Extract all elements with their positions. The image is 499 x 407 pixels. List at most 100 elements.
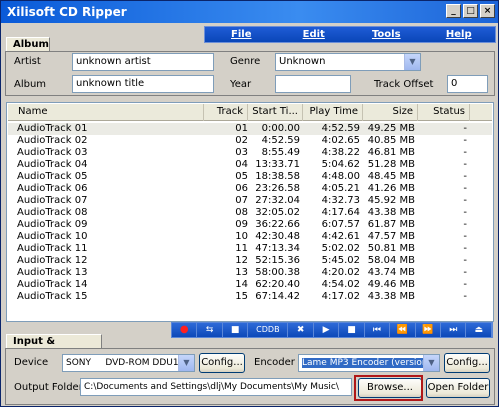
genre-select[interactable]: Unknown ▼ bbox=[275, 53, 421, 71]
encoder-select[interactable]: Lame MP3 Encoder (version ▼ bbox=[298, 354, 440, 372]
track-number-cell: 05 bbox=[235, 171, 248, 182]
track-name-cell: AudioTrack 10 bbox=[17, 231, 88, 242]
chevron-down-icon[interactable]: ▼ bbox=[178, 355, 194, 371]
next-track-icon[interactable]: ⏭ bbox=[441, 323, 467, 337]
size-cell: 48.45 MB bbox=[367, 171, 415, 182]
start-time-cell: 0:00.00 bbox=[261, 123, 300, 134]
track-name-cell: AudioTrack 03 bbox=[17, 147, 88, 158]
title-bar[interactable]: Xilisoft CD Ripper _ □ × bbox=[1, 1, 498, 23]
table-row[interactable]: AudioTrack 01 01 0:00.00 4:52.59 49.25 MB - bbox=[8, 123, 492, 135]
track-list[interactable]: Name Track Start Ti... Play Time Size St… bbox=[6, 102, 494, 322]
stop-icon[interactable]: ■ bbox=[223, 323, 249, 337]
album-input[interactable]: unknown title bbox=[72, 75, 214, 93]
table-row[interactable]: AudioTrack 15 15 67:14.42 4:17.02 43.38 MB - bbox=[8, 291, 492, 303]
play-time-cell: 4:17.02 bbox=[321, 291, 360, 302]
track-number-cell: 15 bbox=[235, 291, 248, 302]
chevron-down-icon[interactable]: ▼ bbox=[404, 54, 420, 70]
repeat-icon[interactable]: ⇆ bbox=[197, 323, 223, 337]
minimize-button[interactable]: _ bbox=[446, 4, 461, 18]
start-time-cell: 62:20.40 bbox=[255, 279, 300, 290]
size-cell: 45.92 MB bbox=[367, 195, 415, 206]
chevron-down-icon[interactable]: ▼ bbox=[423, 355, 439, 371]
track-number-cell: 13 bbox=[235, 267, 248, 278]
track-number-cell: 12 bbox=[235, 255, 248, 266]
table-row[interactable]: AudioTrack 14 14 62:20.40 4:54.02 49.46 MB - bbox=[8, 279, 492, 291]
table-row[interactable]: AudioTrack 09 09 36:22.66 6:07.57 61.87 MB - bbox=[8, 219, 492, 231]
menu-tools[interactable]: Tools bbox=[350, 27, 423, 42]
table-row[interactable]: AudioTrack 11 11 47:13.34 5:02.02 50.81 MB - bbox=[8, 243, 492, 255]
window-controls: _ □ × bbox=[446, 4, 495, 18]
size-cell: 51.28 MB bbox=[367, 159, 415, 170]
device-value: SONY DVD-ROM DDU161 bbox=[66, 358, 191, 368]
track-name-cell: AudioTrack 12 bbox=[17, 255, 88, 266]
open-folder-button[interactable]: Open Folder bbox=[426, 378, 490, 398]
tab-input-output[interactable]: Input & Output bbox=[6, 334, 102, 358]
table-row[interactable]: AudioTrack 05 05 18:38.58 4:48.00 48.45 MB - bbox=[8, 171, 492, 183]
rewind-icon[interactable]: ⏪ bbox=[390, 323, 416, 337]
track-name-cell: AudioTrack 14 bbox=[17, 279, 88, 290]
encoder-label: Encoder bbox=[254, 357, 295, 368]
year-label: Year bbox=[230, 79, 252, 90]
menu-edit[interactable]: Edit bbox=[278, 27, 351, 42]
play-time-cell: 4:32.73 bbox=[321, 195, 360, 206]
stop-playback-icon[interactable]: ■ bbox=[339, 323, 365, 337]
size-cell: 50.81 MB bbox=[367, 243, 415, 254]
tools-icon[interactable]: ✖ bbox=[288, 323, 314, 337]
table-row[interactable]: AudioTrack 13 13 58:00.38 4:20.02 43.74 MB - bbox=[8, 267, 492, 279]
device-label: Device bbox=[14, 357, 49, 368]
device-config-button[interactable]: Config... bbox=[199, 353, 245, 373]
status-cell: - bbox=[463, 207, 467, 218]
table-row[interactable]: AudioTrack 10 10 42:30.48 4:42.61 47.57 MB - bbox=[8, 231, 492, 243]
track-name-cell: AudioTrack 08 bbox=[17, 207, 88, 218]
column-track[interactable]: Track bbox=[204, 104, 248, 121]
column-status[interactable]: Status bbox=[418, 104, 470, 121]
table-row[interactable]: AudioTrack 12 12 52:15.36 5:45.02 58.04 MB - bbox=[8, 255, 492, 267]
play-time-cell: 4:02.65 bbox=[321, 135, 360, 146]
play-time-cell: 4:52.59 bbox=[321, 123, 360, 134]
maximize-button[interactable]: □ bbox=[463, 4, 478, 18]
status-cell: - bbox=[463, 243, 467, 254]
output-folder-input[interactable]: C:\Documents and Settings\dlj\My Documen… bbox=[80, 378, 352, 396]
status-cell: - bbox=[463, 135, 467, 146]
play-time-cell: 4:42.61 bbox=[321, 231, 360, 242]
table-row[interactable]: AudioTrack 07 07 27:32.04 4:32.73 45.92 MB - bbox=[8, 195, 492, 207]
column-play-time[interactable]: Play Time bbox=[303, 104, 363, 121]
play-time-cell: 4:17.64 bbox=[321, 207, 360, 218]
device-select[interactable]: SONY DVD-ROM DDU161 ▼ bbox=[62, 354, 195, 372]
cddb-button[interactable]: CDDB bbox=[248, 323, 289, 337]
genre-value: Unknown bbox=[279, 56, 326, 67]
track-number-cell: 08 bbox=[235, 207, 248, 218]
menu-file[interactable]: File bbox=[205, 27, 278, 42]
table-row[interactable]: AudioTrack 08 08 32:05.02 4:17.64 43.38 MB - bbox=[8, 207, 492, 219]
track-name-cell: AudioTrack 04 bbox=[17, 159, 88, 170]
table-row[interactable]: AudioTrack 03 03 8:55.49 4:38.22 46.81 MB - bbox=[8, 147, 492, 159]
menu-help[interactable]: Help bbox=[423, 27, 496, 42]
fast-forward-icon[interactable]: ⏩ bbox=[416, 323, 442, 337]
previous-track-icon[interactable]: ⏮ bbox=[365, 323, 391, 337]
encoder-value: Lame MP3 Encoder (version bbox=[302, 358, 428, 368]
column-name[interactable]: Name bbox=[8, 104, 204, 121]
record-icon[interactable]: ● bbox=[172, 323, 198, 337]
start-time-cell: 23:26.58 bbox=[255, 183, 300, 194]
column-size[interactable]: Size bbox=[363, 104, 418, 121]
track-number-cell: 11 bbox=[235, 243, 248, 254]
column-start-time[interactable]: Start Ti... bbox=[248, 104, 303, 121]
artist-input[interactable]: unknown artist bbox=[72, 53, 214, 71]
play-time-cell: 4:05.21 bbox=[321, 183, 360, 194]
start-time-cell: 4:52.59 bbox=[261, 135, 300, 146]
play-icon[interactable]: ▶ bbox=[314, 323, 340, 337]
eject-icon[interactable]: ⏏ bbox=[466, 323, 492, 337]
table-row[interactable]: AudioTrack 02 02 4:52.59 4:02.65 40.85 MB - bbox=[8, 135, 492, 147]
table-row[interactable]: AudioTrack 04 04 13:33.71 5:04.62 51.28 MB - bbox=[8, 159, 492, 171]
tab-album[interactable]: Album bbox=[6, 37, 50, 52]
status-cell: - bbox=[463, 147, 467, 158]
size-cell: 41.26 MB bbox=[367, 183, 415, 194]
close-button[interactable]: × bbox=[480, 4, 495, 18]
track-number-cell: 10 bbox=[235, 231, 248, 242]
track-offset-input[interactable]: 0 bbox=[447, 75, 488, 93]
table-row[interactable]: AudioTrack 06 06 23:26.58 4:05.21 41.26 MB - bbox=[8, 183, 492, 195]
encoder-config-button[interactable]: Config... bbox=[444, 353, 490, 373]
year-input[interactable] bbox=[275, 75, 351, 93]
track-number-cell: 03 bbox=[235, 147, 248, 158]
start-time-cell: 8:55.49 bbox=[261, 147, 300, 158]
